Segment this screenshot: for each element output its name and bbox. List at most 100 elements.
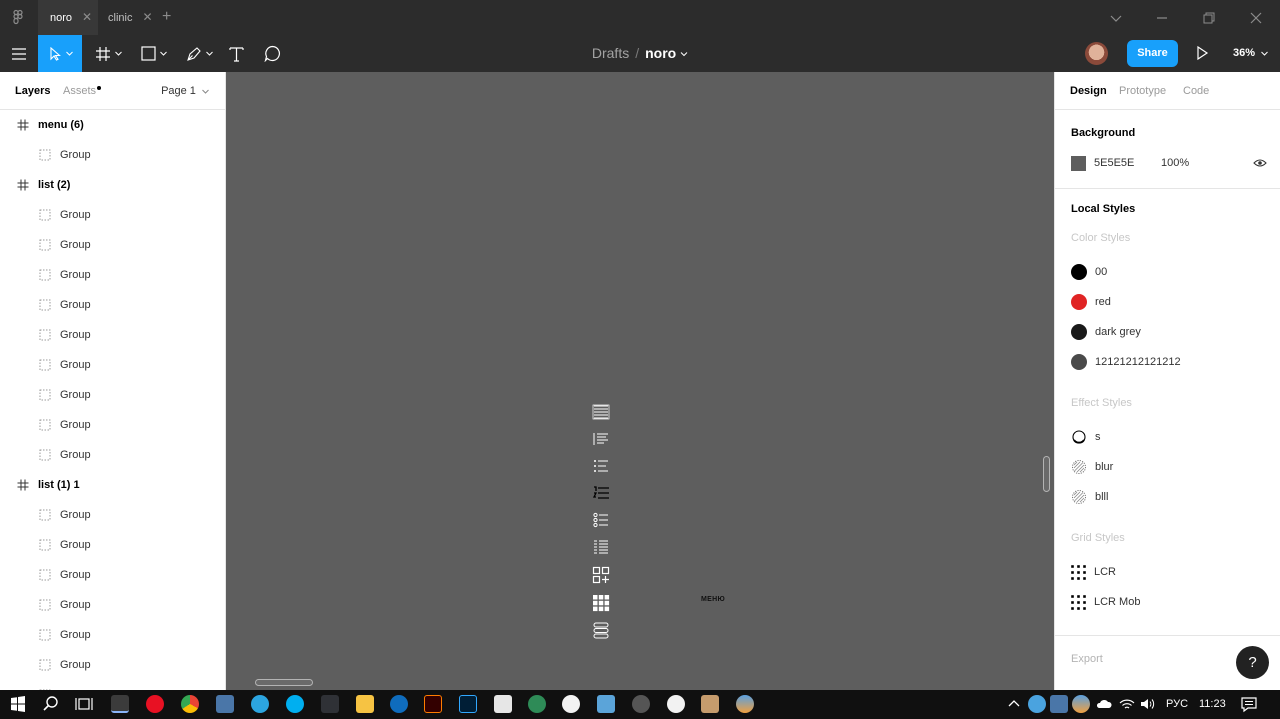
file-explorer-icon[interactable] (356, 695, 374, 713)
share-button[interactable]: Share (1127, 40, 1178, 67)
search-icon[interactable] (42, 695, 60, 713)
opera-app-icon[interactable] (146, 695, 164, 713)
remote-desktop-icon[interactable] (597, 695, 615, 713)
stack-icon[interactable] (592, 621, 610, 639)
illustrator-app-icon[interactable] (424, 695, 442, 713)
task-view-icon[interactable] (75, 695, 93, 713)
vertical-scrollbar[interactable] (1043, 456, 1050, 492)
avatar[interactable] (1085, 42, 1108, 65)
close-tab-icon[interactable]: ✕ (142, 10, 152, 24)
text-tool-button[interactable] (226, 35, 246, 72)
color-style-item[interactable]: red (1071, 292, 1111, 312)
chevron-down-icon[interactable] (1106, 8, 1126, 28)
layer-group[interactable]: Group (0, 440, 225, 470)
camera-app-icon[interactable] (494, 695, 512, 713)
grid-style-item[interactable]: LCR (1071, 562, 1116, 582)
close-icon[interactable] (1246, 8, 1266, 28)
language-indicator[interactable]: РУС (1166, 690, 1188, 719)
tab-assets[interactable]: Assets (63, 85, 96, 97)
background-swatch[interactable] (1071, 155, 1086, 171)
game-app-icon[interactable] (562, 695, 580, 713)
layer-group[interactable]: Group (0, 350, 225, 380)
file-name[interactable]: noro (645, 45, 676, 61)
layer-frame[interactable]: list (1) 1 (0, 470, 225, 500)
layer-group[interactable]: Group (0, 410, 225, 440)
windows-start-icon[interactable] (9, 695, 27, 713)
tab-prototype[interactable]: Prototype (1119, 85, 1166, 97)
photoshop-app-icon[interactable] (459, 695, 477, 713)
zoom-level[interactable]: 36% (1233, 35, 1268, 72)
skype-app-icon[interactable] (286, 695, 304, 713)
clock[interactable]: 11:23 (1199, 690, 1226, 719)
layer-frame[interactable]: list (2) (0, 170, 225, 200)
layer-group[interactable]: Group (0, 290, 225, 320)
effect-style-item[interactable]: blur (1071, 457, 1113, 477)
pen-tool-button[interactable] (183, 35, 215, 72)
move-tool-button[interactable] (38, 35, 82, 72)
tab-clinic[interactable]: clinic ✕ (96, 0, 158, 35)
comment-tool-button[interactable] (261, 35, 283, 72)
layer-group[interactable]: Group (0, 140, 225, 170)
layer-group[interactable]: Group (0, 560, 225, 590)
layer-group[interactable]: Group (0, 260, 225, 290)
layer-group[interactable]: Group (0, 500, 225, 530)
new-tab-icon[interactable]: + (162, 0, 171, 35)
download-app-icon[interactable] (528, 695, 546, 713)
app-icon[interactable] (736, 695, 754, 713)
tray-app-icon[interactable] (1028, 695, 1046, 713)
game-launcher-icon[interactable] (701, 695, 719, 713)
layer-group[interactable]: Group (0, 200, 225, 230)
list-icon[interactable] (592, 538, 610, 556)
chrome-app-icon[interactable] (181, 695, 199, 713)
horizontal-scrollbar[interactable] (255, 679, 313, 686)
tab-layers[interactable]: Layers (15, 85, 50, 97)
help-button[interactable]: ? (1236, 646, 1269, 679)
layer-group[interactable]: Group (0, 590, 225, 620)
restore-icon[interactable] (1199, 8, 1219, 28)
vk-app-icon[interactable] (216, 695, 234, 713)
effect-style-item[interactable]: blll (1071, 487, 1108, 507)
cloud-icon[interactable] (1095, 695, 1113, 713)
grid-icon[interactable] (592, 594, 610, 612)
minimize-icon[interactable] (1152, 8, 1172, 28)
export-title[interactable]: Export (1071, 653, 1103, 665)
notifications-icon[interactable] (1240, 695, 1258, 713)
layer-group[interactable]: Group (0, 230, 225, 260)
background-hex[interactable]: 5E5E5E (1094, 157, 1161, 169)
shape-tool-button[interactable] (138, 35, 170, 72)
background-opacity[interactable]: 100% (1161, 157, 1189, 169)
tray-vk-icon[interactable] (1050, 695, 1068, 713)
telegram-app-icon[interactable] (251, 695, 269, 713)
chevron-up-icon[interactable] (1005, 695, 1023, 713)
figma-logo-icon[interactable] (9, 9, 27, 27)
breadcrumb-parent[interactable]: Drafts (592, 45, 629, 61)
list-icon[interactable] (592, 430, 610, 448)
effect-style-item[interactable]: s (1071, 427, 1101, 447)
layer-group[interactable]: Group (0, 380, 225, 410)
widgets-icon[interactable] (592, 566, 610, 584)
discord-app-icon[interactable] (321, 695, 339, 713)
edge-app-icon[interactable] (390, 695, 408, 713)
layer-frame[interactable]: menu (6) (0, 110, 225, 140)
numbered-list-icon[interactable] (592, 484, 610, 502)
tab-design[interactable]: Design (1070, 85, 1107, 97)
close-tab-icon[interactable]: ✕ (82, 10, 92, 24)
main-menu-icon[interactable] (9, 35, 29, 72)
menu-icon[interactable] (592, 402, 610, 420)
color-style-item[interactable]: 00 (1071, 262, 1107, 282)
steam-app-icon[interactable] (632, 695, 650, 713)
layer-group[interactable]: Group (0, 530, 225, 560)
layer-group[interactable]: Group (0, 320, 225, 350)
tray-app-icon[interactable] (1072, 695, 1090, 713)
layer-group[interactable]: Group (0, 650, 225, 680)
background-row[interactable]: 5E5E5E 100% (1071, 153, 1267, 173)
color-style-item[interactable]: dark grey (1071, 322, 1141, 342)
frame-label[interactable]: МЕНЮ (701, 596, 725, 603)
layer-group[interactable]: Group (0, 680, 225, 690)
tab-code[interactable]: Code (1183, 85, 1209, 97)
page-selector[interactable]: Page 1 (161, 85, 209, 97)
volume-icon[interactable] (1139, 695, 1157, 713)
itunes-app-icon[interactable] (667, 695, 685, 713)
frame-tool-button[interactable] (92, 35, 124, 72)
layer-group[interactable]: Group (0, 620, 225, 650)
